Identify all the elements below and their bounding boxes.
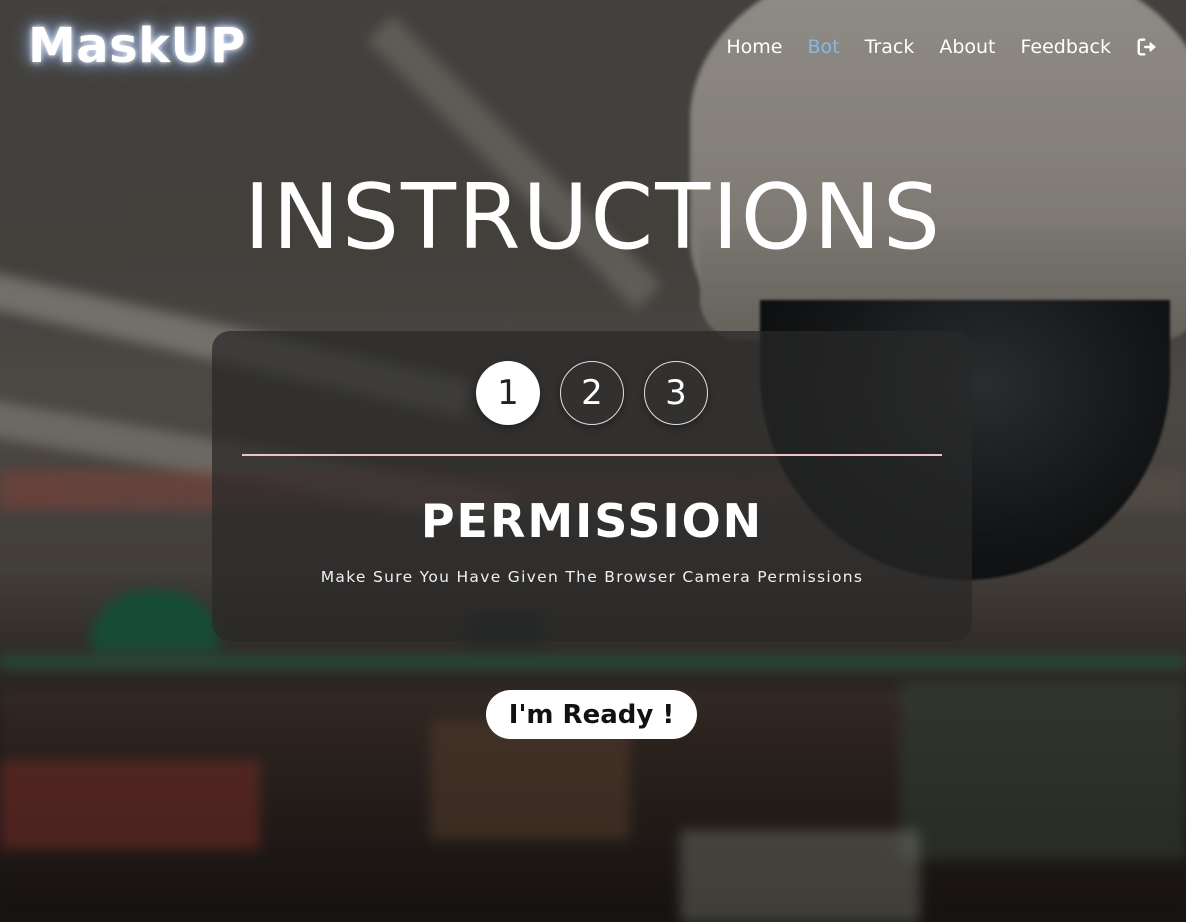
page-title: INSTRUCTIONS [243, 165, 943, 270]
instructions-card: 1 2 3 PERMISSION Make Sure You Have Give… [212, 331, 972, 641]
logo[interactable]: MaskUP [28, 18, 246, 74]
nav-about[interactable]: About [939, 36, 995, 58]
nav-track[interactable]: Track [865, 36, 915, 58]
main-nav: Home Bot Track About Feedback [726, 36, 1158, 58]
divider [242, 454, 942, 456]
nav-bot[interactable]: Bot [808, 36, 840, 58]
step-description: Make Sure You Have Given The Browser Cam… [320, 568, 864, 586]
ready-button[interactable]: I'm Ready ! [486, 690, 697, 739]
step-indicator: 1 2 3 [212, 361, 972, 425]
step-title: PERMISSION [420, 494, 764, 548]
nav-home[interactable]: Home [726, 36, 782, 58]
page: MaskUP Home Bot Track About Feedback INS… [0, 0, 1186, 922]
step-1-button[interactable]: 1 [476, 361, 540, 425]
nav-feedback[interactable]: Feedback [1021, 36, 1111, 58]
logout-icon[interactable] [1136, 36, 1158, 58]
step-2-button[interactable]: 2 [560, 361, 624, 425]
step-3-button[interactable]: 3 [644, 361, 708, 425]
